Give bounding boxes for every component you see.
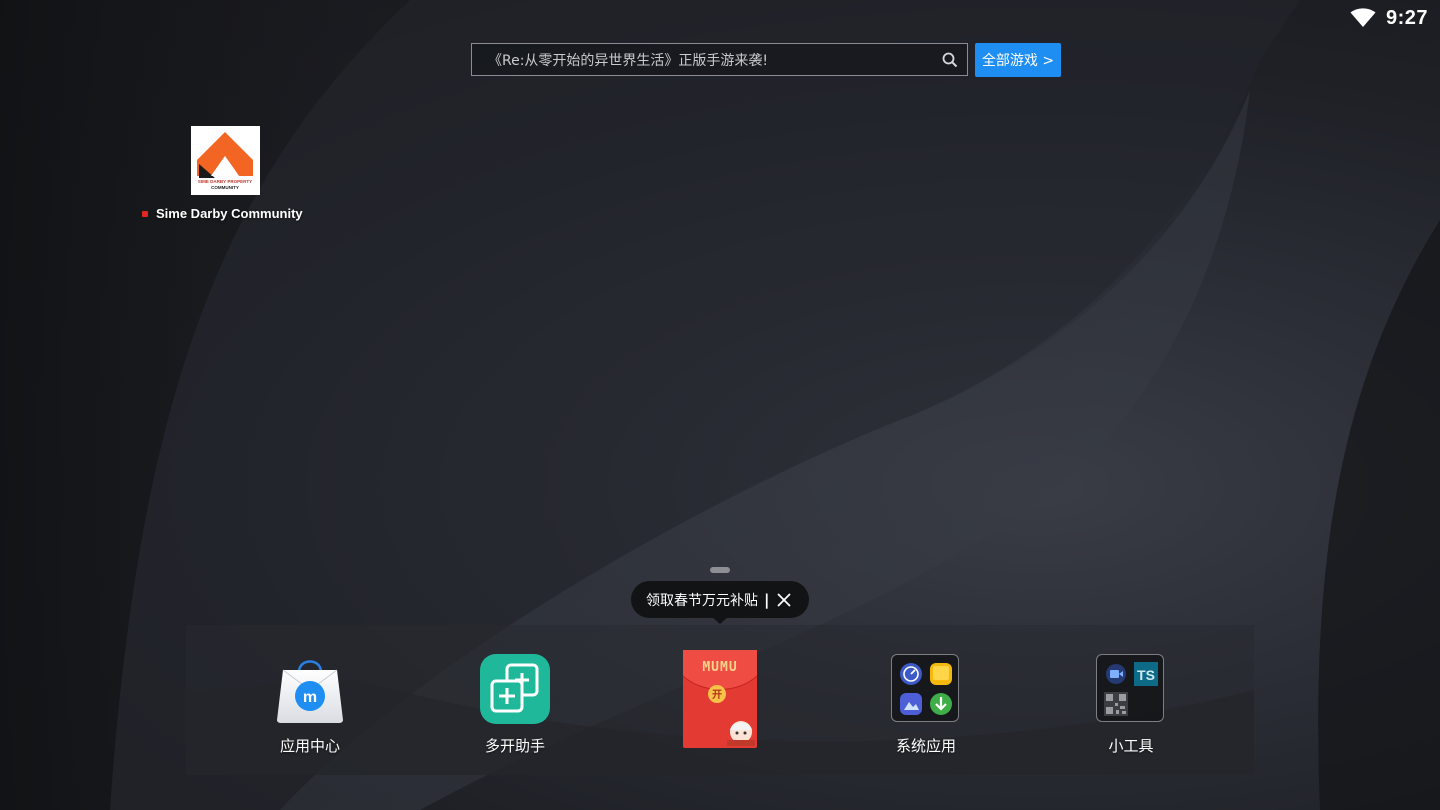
desktop-app-sime-darby[interactable]: SIME DARBY PROPERTY COMMUNITY Sime Darby… bbox=[140, 126, 310, 221]
envelope-brand-text: MUMU bbox=[702, 660, 738, 675]
svg-text:TS: TS bbox=[1137, 667, 1155, 683]
new-badge bbox=[142, 210, 148, 217]
wifi-icon bbox=[1350, 8, 1376, 27]
sime-darby-logo-icon: SIME DARBY PROPERTY COMMUNITY bbox=[190, 126, 260, 195]
red-envelope-icon: MUMU 开 bbox=[682, 650, 758, 748]
envelope-seal-text: 开 bbox=[712, 690, 722, 701]
app-center-bag-icon: m bbox=[275, 654, 345, 724]
dock: m 应用中心 多开助手 MUMU 开 系统应用 TS 小工具 bbox=[186, 625, 1254, 775]
promo-tooltip[interactable]: 领取春节万元补贴 | bbox=[631, 581, 809, 618]
drawer-handle[interactable] bbox=[710, 567, 730, 573]
all-games-button[interactable]: 全部游戏 > bbox=[975, 43, 1061, 77]
tooltip-arrow bbox=[712, 617, 728, 624]
clock: 9:27 bbox=[1385, 6, 1428, 29]
dock-label: 多开助手 bbox=[484, 737, 545, 755]
desktop-app-label: Sime Darby Community bbox=[156, 206, 303, 221]
system-apps-folder-icon bbox=[891, 654, 961, 724]
multi-instance-icon bbox=[480, 654, 550, 724]
promo-tooltip-separator: | bbox=[764, 590, 770, 609]
dock-item-system-apps[interactable]: 系统应用 bbox=[856, 625, 996, 756]
logo-subtext: COMMUNITY bbox=[211, 185, 239, 190]
svg-text:m: m bbox=[303, 689, 317, 706]
search-input[interactable]: 《Re:从零开始的异世界生活》正版手游来袭! bbox=[472, 50, 933, 70]
dock-item-red-envelope[interactable]: MUMU 开 bbox=[650, 625, 790, 748]
status-bar: 9:27 bbox=[1350, 0, 1440, 36]
tools-folder-icon: TS bbox=[1096, 654, 1166, 724]
dock-label: 小工具 bbox=[1108, 737, 1154, 755]
dock-item-app-center[interactable]: m 应用中心 bbox=[240, 625, 380, 756]
promo-tooltip-text: 领取春节万元补贴 bbox=[646, 592, 758, 609]
dock-item-multi-instance[interactable]: 多开助手 bbox=[445, 625, 585, 756]
search-bar[interactable]: 《Re:从零开始的异世界生活》正版手游来袭! bbox=[471, 43, 968, 76]
dock-label: 应用中心 bbox=[279, 737, 340, 755]
close-icon[interactable] bbox=[774, 590, 794, 610]
search-icon[interactable] bbox=[933, 44, 967, 75]
dock-label: 系统应用 bbox=[895, 737, 956, 755]
logo-text: SIME DARBY PROPERTY bbox=[197, 179, 253, 184]
dock-item-tools[interactable]: TS 小工具 bbox=[1061, 625, 1201, 756]
